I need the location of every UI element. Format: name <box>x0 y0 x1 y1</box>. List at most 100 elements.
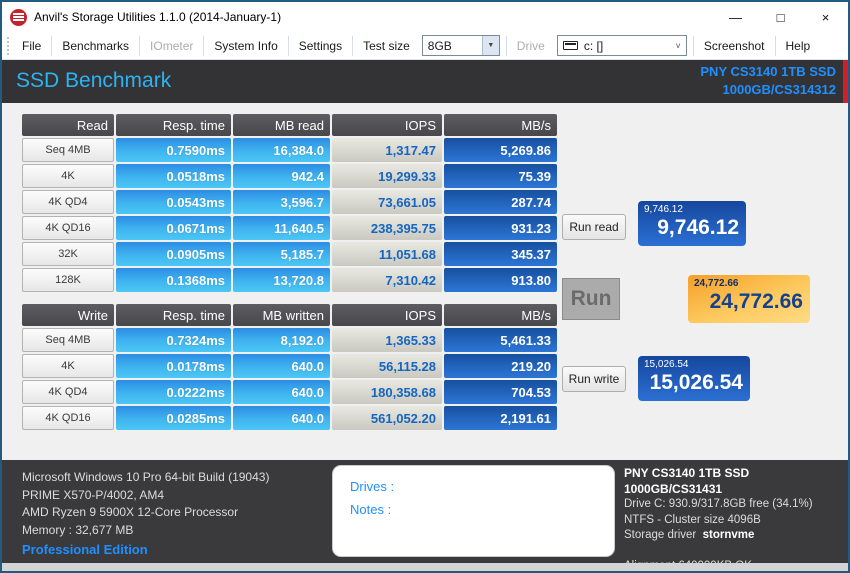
mb-written-cell: 640.0 <box>233 380 330 404</box>
drives-label: Drives : <box>350 479 395 494</box>
read-row-label[interactable]: 128K <box>22 268 114 292</box>
read-row-label[interactable]: 4K QD4 <box>22 190 114 214</box>
write-row-label[interactable]: 4K QD4 <box>22 380 114 404</box>
mbs-cell: 704.53 <box>444 380 557 404</box>
run-write-button[interactable]: Run write <box>562 366 626 392</box>
resp-time-cell: 0.0543ms <box>116 190 231 214</box>
close-button[interactable]: × <box>803 2 848 32</box>
drive-label: Drive <box>516 38 545 53</box>
iops-cell: 1,317.47 <box>332 138 442 162</box>
iops-cell: 11,051.68 <box>332 242 442 266</box>
menu-separator <box>692 35 694 56</box>
resp-time-cell: 0.0222ms <box>116 380 231 404</box>
device-model: 1000GB/CS314312 <box>722 82 836 97</box>
drive-title: PNY CS3140 1TB SSD 1000GB/CS31431 <box>624 466 750 496</box>
menu-system-info[interactable]: System Info <box>206 35 285 57</box>
resp-time-cell: 0.0671ms <box>116 216 231 240</box>
mb-written-cell: 8,192.0 <box>233 328 330 352</box>
mbs-cell: 5,461.33 <box>444 328 557 352</box>
drives-notes-box[interactable]: Drives : Notes : <box>332 465 615 557</box>
write-row-label[interactable]: 4K QD16 <box>22 406 114 430</box>
mb-written-cell: 640.0 <box>233 354 330 378</box>
read-col-header: Read <box>22 114 114 136</box>
menu-separator <box>287 35 289 56</box>
mbs-cell: 287.74 <box>444 190 557 214</box>
total-score-value: 24,772.66 <box>709 290 803 313</box>
maximize-button[interactable]: □ <box>758 2 803 32</box>
iops-cell: 561,052.20 <box>332 406 442 430</box>
run-read-button[interactable]: Run read <box>562 214 626 240</box>
mb-read-cell: 16,384.0 <box>233 138 330 162</box>
run-button[interactable]: Run <box>562 278 620 320</box>
toolbar-grip <box>7 36 10 55</box>
mbs-cell: 5,269.86 <box>444 138 557 162</box>
menu-screenshot[interactable]: Screenshot <box>696 35 773 57</box>
mb-written-cell: 640.0 <box>233 406 330 430</box>
storage-driver-line: Storage driver stornvme <box>624 528 848 544</box>
write-score-value: 15,026.54 <box>649 371 743 394</box>
menu-separator <box>505 35 507 56</box>
menu-separator <box>139 35 141 56</box>
write-col-header: MB/s <box>444 304 557 326</box>
resp-time-cell: 0.0518ms <box>116 164 231 188</box>
drive-value: c: [] <box>583 38 604 53</box>
read-row-label[interactable]: 4K QD16 <box>22 216 114 240</box>
read-col-header: Resp. time <box>116 114 231 136</box>
red-edge-strip <box>843 60 848 103</box>
drive-filesystem: NTFS - Cluster size 4096B <box>624 513 761 526</box>
read-col-header: MB read <box>233 114 330 136</box>
mbs-cell: 75.39 <box>444 164 557 188</box>
write-row-label[interactable]: 4K <box>22 354 114 378</box>
iops-cell: 238,395.75 <box>332 216 442 240</box>
drive-combobox[interactable]: c: [] ˅ <box>556 35 687 56</box>
window-title: Anvil's Storage Utilities 1.1.0 (2014-Ja… <box>34 10 282 24</box>
mb-read-cell: 942.4 <box>233 164 330 188</box>
iops-cell: 56,115.28 <box>332 354 442 378</box>
mb-read-cell: 13,720.8 <box>233 268 330 292</box>
notes-label: Notes : <box>350 502 392 517</box>
edition-label: Professional Edition <box>22 542 148 557</box>
read-row-label[interactable]: 32K <box>22 242 114 266</box>
chevron-down-icon: ˅ <box>675 40 681 51</box>
write-table: Write Resp. time MB written IOPS MB/s Se… <box>22 304 557 430</box>
system-info-block: Microsoft Windows 10 Pro 64-bit Build (1… <box>22 469 269 539</box>
menu-bar: File Benchmarks IOmeter System Info Sett… <box>2 32 848 60</box>
page-title: SSD Benchmark <box>16 69 172 92</box>
title-bar: Anvil's Storage Utilities 1.1.0 (2014-Ja… <box>2 2 848 32</box>
motherboard-info: PRIME X570-P/4002, AM4 <box>22 487 165 502</box>
resp-time-cell: 0.0905ms <box>116 242 231 266</box>
test-size-combobox[interactable]: 8GB ▼ <box>421 35 500 56</box>
chevron-down-icon[interactable]: ▼ <box>481 36 499 55</box>
cpu-info: AMD Ryzen 9 5900X 12-Core Processor <box>22 505 239 519</box>
footer-bottom-strip <box>2 563 848 571</box>
mbs-cell: 345.37 <box>444 242 557 266</box>
drive-icon <box>562 41 578 50</box>
menu-settings[interactable]: Settings <box>291 35 350 57</box>
benchmark-header-band: SSD Benchmark PNY CS3140 1TB SSD 1000GB/… <box>2 60 848 103</box>
menu-iometer: IOmeter <box>150 38 194 53</box>
os-info: Microsoft Windows 10 Pro 64-bit Build (1… <box>22 470 270 484</box>
menu-separator <box>352 35 354 56</box>
total-score-small: 24,772.66 <box>694 278 739 289</box>
resp-time-cell: 0.1368ms <box>116 268 231 292</box>
menu-help[interactable]: Help <box>778 35 819 57</box>
iops-cell: 19,299.33 <box>332 164 442 188</box>
read-row-label[interactable]: 4K <box>22 164 114 188</box>
device-name: PNY CS3140 1TB SSD <box>700 64 836 79</box>
menu-benchmarks[interactable]: Benchmarks <box>54 35 137 57</box>
mbs-cell: 913.80 <box>444 268 557 292</box>
write-col-header: MB written <box>233 304 330 326</box>
device-info: PNY CS3140 1TB SSD 1000GB/CS314312 <box>700 63 836 99</box>
read-score-value: 9,746.12 <box>657 216 739 239</box>
menu-separator <box>774 35 776 56</box>
read-row-label[interactable]: Seq 4MB <box>22 138 114 162</box>
memory-info: Memory : 32,677 MB <box>22 522 134 537</box>
write-row-label[interactable]: Seq 4MB <box>22 328 114 352</box>
footer-panel: Microsoft Windows 10 Pro 64-bit Build (1… <box>2 460 848 571</box>
iops-cell: 180,358.68 <box>332 380 442 404</box>
menu-file[interactable]: File <box>14 35 49 57</box>
iops-cell: 1,365.33 <box>332 328 442 352</box>
menu-separator <box>51 35 53 56</box>
minimize-button[interactable]: — <box>713 2 758 32</box>
read-score-box: 9,746.12 9,746.12 <box>638 201 746 246</box>
